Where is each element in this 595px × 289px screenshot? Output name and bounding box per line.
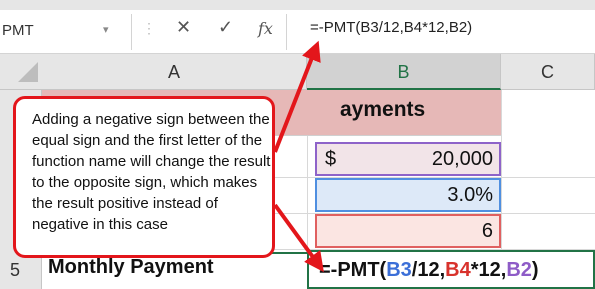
arrow-to-formula-bar bbox=[273, 40, 321, 153]
arrow-to-cell bbox=[273, 203, 324, 273]
annotation-arrows bbox=[273, 40, 324, 273]
